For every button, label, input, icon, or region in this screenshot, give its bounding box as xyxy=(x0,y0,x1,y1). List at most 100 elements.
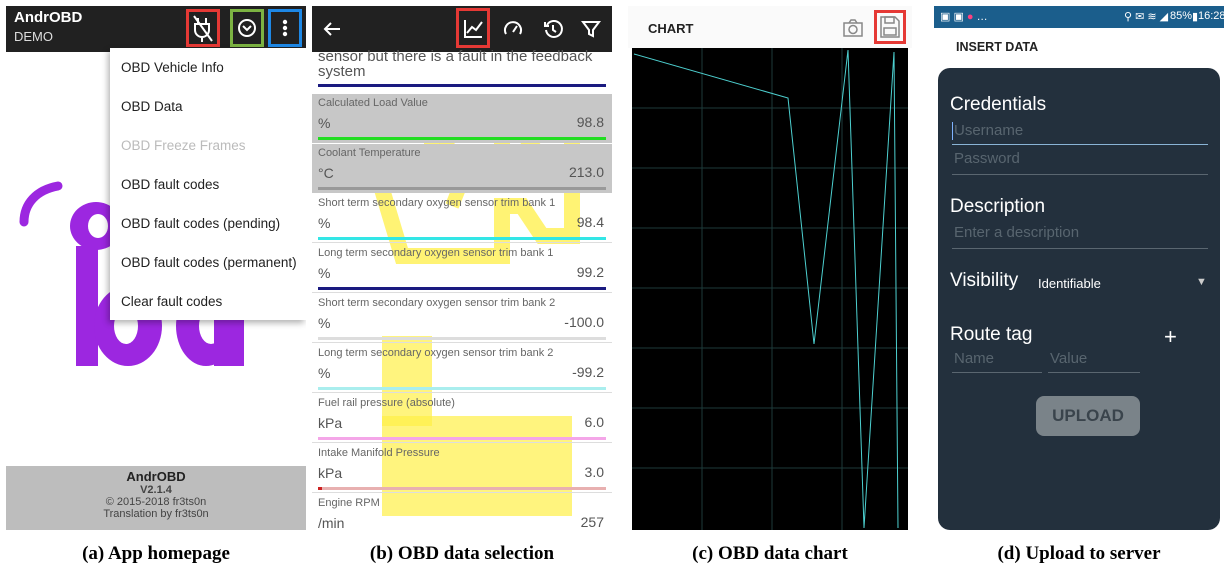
data-row[interactable]: Engine RPM /min 257 xyxy=(312,494,612,530)
password-field[interactable]: Password xyxy=(954,150,1020,167)
data-row[interactable]: Coolant Temperature °C 213.0 xyxy=(312,144,612,193)
app-homepage-screen: AndrOBD DEMO OBD Vehicle Info OBD Data O… xyxy=(6,6,306,530)
gauge-icon[interactable] xyxy=(502,18,524,40)
row-name: Long term secondary oxygen sensor trim b… xyxy=(318,347,554,359)
insert-data-title: INSERT DATA xyxy=(956,40,1039,54)
back-arrow-icon[interactable] xyxy=(322,19,342,39)
row-value: 257 xyxy=(580,514,604,530)
visibility-select[interactable]: Identifiable xyxy=(1038,276,1101,291)
about-version: V2.1.4 xyxy=(140,484,172,496)
menu-item-vehicle-info[interactable]: OBD Vehicle Info xyxy=(121,60,224,75)
row-unit: /min xyxy=(318,515,345,530)
menu-item-fault-codes-pending[interactable]: OBD fault codes (pending) xyxy=(121,216,280,231)
notification-icons: ▣ ▣ ● … xyxy=(940,11,988,23)
dropdown-button[interactable] xyxy=(230,9,264,47)
row-name: Engine RPM xyxy=(318,497,380,509)
about-app-name: AndrOBD xyxy=(126,469,186,484)
about-copyright: © 2015-2018 fr3ts0n xyxy=(105,496,207,508)
row-name: Short term secondary oxygen sensor trim … xyxy=(318,297,556,309)
menu-item-obd-data[interactable]: OBD Data xyxy=(121,99,183,114)
chart-header: CHART xyxy=(628,6,912,48)
dropdown-arrow-icon[interactable]: ▼ xyxy=(1196,276,1207,288)
row-separator xyxy=(312,292,612,293)
credentials-label: Credentials xyxy=(950,94,1047,115)
description-underline xyxy=(952,248,1208,249)
row-name: Coolant Temperature xyxy=(318,147,421,159)
row-unit: % xyxy=(318,315,331,331)
app-title: AndrOBD xyxy=(14,9,83,26)
add-tag-icon[interactable]: + xyxy=(1164,324,1177,350)
data-row[interactable]: Long term secondary oxygen sensor trim b… xyxy=(312,244,612,293)
data-row[interactable]: Intake Manifold Pressure kPa 3.0 xyxy=(312,444,612,493)
visibility-label: Visibility xyxy=(950,270,1019,291)
row-value: 99.2 xyxy=(576,264,604,280)
data-row[interactable]: Short term secondary oxygen sensor trim … xyxy=(312,294,612,343)
history-icon[interactable] xyxy=(542,18,564,40)
row-value: 213.0 xyxy=(568,164,604,180)
row-color-line xyxy=(318,437,606,440)
more-vert-icon xyxy=(282,19,288,37)
data-row[interactable]: Calculated Load Value % 98.8 xyxy=(312,94,612,143)
chart-button[interactable] xyxy=(456,8,490,48)
status-time: 16:28 xyxy=(1198,10,1224,22)
row-color-line xyxy=(318,487,606,490)
floppy-disk-icon xyxy=(880,16,900,38)
row-separator xyxy=(312,342,612,343)
chart-plot-area xyxy=(632,48,908,530)
camera-icon[interactable] xyxy=(842,18,864,38)
overflow-menu-button[interactable] xyxy=(268,9,302,47)
data-row[interactable]: Short term secondary oxygen sensor trim … xyxy=(312,194,612,243)
connect-button[interactable] xyxy=(186,9,220,47)
row-unit: kPa xyxy=(318,465,343,481)
filter-icon[interactable] xyxy=(580,18,602,40)
menu-item-fault-codes[interactable]: OBD fault codes xyxy=(121,177,219,192)
chart-svg xyxy=(632,48,908,530)
menu-item-clear-fault-codes[interactable]: Clear fault codes xyxy=(121,294,222,309)
chevron-circle-icon xyxy=(238,19,256,37)
menu-item-fault-codes-permanent[interactable]: OBD fault codes (permanent) xyxy=(121,255,297,270)
row-unit: % xyxy=(318,365,331,381)
row-separator xyxy=(312,242,612,243)
chart-title: CHART xyxy=(648,21,694,36)
description-field[interactable]: Enter a description xyxy=(954,224,1079,241)
save-button[interactable] xyxy=(874,10,906,44)
row-color-line xyxy=(318,237,606,240)
row-value: 98.4 xyxy=(576,214,604,230)
row-value: 3.0 xyxy=(584,464,604,480)
signal-icons: ⚲ ✉ ≋ ◢ xyxy=(1124,11,1169,23)
row-color-line xyxy=(318,287,606,290)
row-name: Long term secondary oxygen sensor trim b… xyxy=(318,247,554,259)
username-underline xyxy=(952,144,1208,145)
data-row[interactable]: Fuel rail pressure (absolute) kPa 6.0 xyxy=(312,394,612,443)
caption-d: (d) Upload to server xyxy=(997,543,1161,564)
row-unit: kPa xyxy=(318,415,343,431)
partial-description-2: system xyxy=(318,63,366,80)
description-label: Description xyxy=(950,196,1046,217)
about-translation: Translation by fr3ts0n xyxy=(103,508,209,520)
obd-data-screen: sensor but there is a fault in the feedb… xyxy=(312,6,612,530)
row-name: Fuel rail pressure (absolute) xyxy=(318,397,455,409)
tag-name-underline xyxy=(952,372,1042,373)
caption-c: (c) OBD data chart xyxy=(692,543,848,564)
about-box: AndrOBD V2.1.4 © 2015-2018 fr3ts0n Trans… xyxy=(6,466,306,530)
row-name: Calculated Load Value xyxy=(318,97,428,109)
caption-b: (b) OBD data selection xyxy=(369,543,555,564)
chart-line-icon xyxy=(464,20,483,38)
tag-value-underline xyxy=(1048,372,1140,373)
tag-value-field[interactable]: Value xyxy=(1050,350,1087,367)
data-toolbar xyxy=(312,6,612,52)
obd-chart-screen: CHART xyxy=(628,6,912,530)
chart-series-line xyxy=(633,49,899,529)
data-row[interactable]: Long term secondary oxygen sensor trim b… xyxy=(312,344,612,393)
row-value: -99.2 xyxy=(572,364,604,380)
status-bar: ▣ ▣ ● … ⚲ ✉ ≋ ◢ 85% ▮ 16:28 xyxy=(934,6,1224,28)
upload-form-card: Credentials Username Password Descriptio… xyxy=(938,68,1220,530)
battery-percent: 85% xyxy=(1170,10,1193,22)
row-separator xyxy=(312,442,612,443)
partial-row-line xyxy=(318,84,606,87)
row-color-line xyxy=(318,137,606,140)
tag-name-field[interactable]: Name xyxy=(954,350,994,367)
username-field[interactable]: Username xyxy=(954,122,1023,139)
row-unit: % xyxy=(318,265,331,281)
upload-button[interactable]: UPLOAD xyxy=(1036,396,1140,436)
